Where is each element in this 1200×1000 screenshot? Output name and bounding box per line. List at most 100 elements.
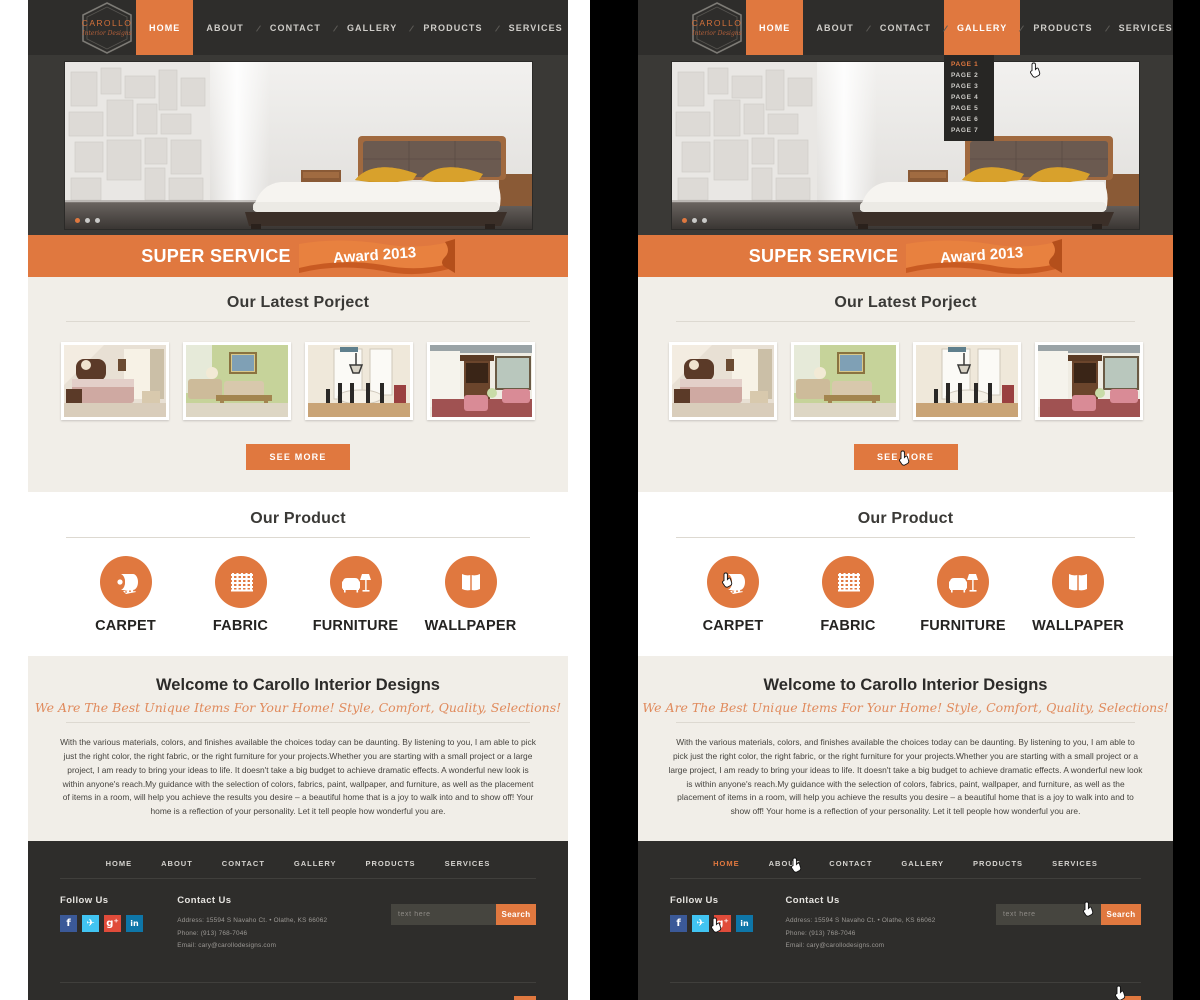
footer-nav-gallery[interactable]: GALLERY	[901, 859, 944, 868]
nav-item-products[interactable]: PRODUCTS	[410, 0, 495, 55]
nav-label: GALLERY	[956, 22, 1008, 33]
dropdown-item-page-1[interactable]: PAGE 1	[944, 59, 994, 70]
divider	[66, 722, 530, 723]
dropdown-item-page-6[interactable]: PAGE 6	[944, 114, 994, 125]
product-item-fabric[interactable]: FABRIC	[183, 556, 298, 634]
nav-label: CONTACT	[879, 22, 931, 33]
nav-item-gallery[interactable]: GALLERY PAGE 1 PAGE 2 PAGE 3 PAGE 4 PAGE…	[943, 0, 1021, 141]
dropdown-item-page-2[interactable]: PAGE 2	[944, 70, 994, 81]
project-thumb-3[interactable]	[912, 342, 1021, 420]
slider-dot-1[interactable]	[682, 218, 687, 223]
project-thumb-1[interactable]	[61, 342, 169, 420]
nav-item-home[interactable]: HOME	[746, 0, 804, 55]
facebook-icon[interactable]: f	[670, 915, 687, 933]
nav-item-services[interactable]: SERVICES	[1106, 0, 1173, 55]
contact-email[interactable]: Email: cary@carollodesigns.com	[786, 940, 996, 952]
logo[interactable]: CAROLLO Interior Designs	[638, 0, 746, 55]
search-input[interactable]	[996, 904, 1101, 926]
dropdown-item-page-4[interactable]: PAGE 4	[944, 92, 994, 103]
footer-nav-services[interactable]: SERVICES	[1052, 859, 1098, 868]
slider-dot-2[interactable]	[84, 218, 90, 223]
nav-item-contact[interactable]: CONTACT	[867, 0, 944, 55]
slider-dot-3[interactable]	[702, 218, 707, 223]
logo-tagline: Interior Designs	[82, 29, 132, 37]
search-input[interactable]	[391, 904, 496, 926]
project-thumb-3[interactable]	[305, 342, 413, 420]
twitter-icon[interactable]: ✈	[82, 915, 99, 933]
follow-us-heading: Follow Us	[670, 895, 719, 907]
project-thumb-4[interactable]	[1034, 342, 1143, 420]
welcome-title: Welcome to Carollo Interior Designs	[156, 676, 440, 694]
project-thumb-2[interactable]	[790, 342, 899, 420]
products-section: Our Product CARPET FABRIC FURNITURE WALL…	[28, 492, 568, 656]
nav-item-services[interactable]: SERVICES	[496, 0, 568, 55]
search-box: Search	[391, 904, 536, 926]
product-item-fabric[interactable]: FABRIC	[791, 556, 906, 634]
footer-nav-products[interactable]: PRODUCTS	[365, 859, 415, 868]
products-section: Our Product CARPET FABRIC FURNITURE WALL…	[638, 492, 1173, 656]
project-thumb-1[interactable]	[668, 342, 777, 420]
nav-label: PRODUCTS	[423, 22, 483, 33]
footer-search-column: Search	[996, 895, 1141, 952]
footer-nav: HOME ABOUT CONTACT GALLERY PRODUCTS SERV…	[638, 855, 1173, 878]
product-item-furniture[interactable]: FURNITURE	[906, 556, 1021, 634]
nav-item-gallery[interactable]: GALLERY PAGE 1 PAGE 2 PAGE 3 PAGE 4 PAGE…	[334, 0, 410, 55]
dropdown-item-page-5[interactable]: PAGE 5	[944, 103, 994, 114]
logo[interactable]: CAROLLO Interior Designs	[28, 0, 136, 55]
contact-email[interactable]: Email: cary@carollodesigns.com	[177, 940, 391, 952]
welcome-body: With the various materials, colors, and …	[668, 737, 1143, 817]
slider-dot-3[interactable]	[94, 218, 100, 223]
nav-label: PRODUCTS	[1033, 22, 1093, 33]
footer-nav-gallery[interactable]: GALLERY	[294, 859, 337, 868]
nav-label: SERVICES	[1118, 22, 1173, 33]
footer-nav-home[interactable]: HOME	[713, 859, 740, 868]
dropdown-item-page-7[interactable]: PAGE 7	[944, 125, 994, 136]
see-more-button[interactable]: SEE MORE	[853, 444, 958, 470]
latest-projects-section: Our Latest Porject SEE MORE	[638, 277, 1173, 492]
product-item-furniture[interactable]: FURNITURE	[298, 556, 413, 634]
hero-image	[64, 62, 532, 229]
thumb-image	[186, 345, 288, 417]
hero-slider[interactable]	[64, 62, 532, 229]
linkedin-icon[interactable]: in	[126, 915, 143, 933]
search-button[interactable]: Search	[1101, 904, 1141, 926]
product-label: FABRIC	[820, 618, 876, 634]
footer-nav-contact[interactable]: CONTACT	[222, 859, 265, 868]
footer-nav-services[interactable]: SERVICES	[445, 859, 491, 868]
scroll-to-top-button[interactable]	[1119, 995, 1141, 1000]
product-item-carpet[interactable]: CARPET	[68, 556, 183, 634]
slider-dot-2[interactable]	[692, 218, 697, 223]
google-plus-icon[interactable]: g⁺	[104, 915, 121, 933]
linkedin-icon[interactable]: in	[736, 915, 753, 933]
nav-item-about[interactable]: ABOUT	[193, 0, 257, 55]
welcome-tagline: We Are The Best Unique Items For Your Ho…	[34, 700, 562, 715]
product-item-wallpaper[interactable]: WALLPAPER	[1021, 556, 1136, 634]
products-title: Our Product	[857, 510, 954, 527]
project-thumb-2[interactable]	[183, 342, 291, 420]
see-more-button[interactable]: SEE MORE	[246, 444, 350, 470]
hero-section	[638, 55, 1173, 235]
slider-dot-1[interactable]	[74, 218, 80, 223]
footer-nav-about[interactable]: ABOUT	[769, 859, 801, 868]
product-item-carpet[interactable]: CARPET	[676, 556, 791, 634]
footer-nav-about[interactable]: ABOUT	[161, 859, 193, 868]
nav-item-home[interactable]: HOME	[136, 0, 194, 55]
hero-slider[interactable]	[672, 62, 1139, 229]
dropdown-item-page-3[interactable]: PAGE 3	[944, 81, 994, 92]
footer-nav-contact[interactable]: CONTACT	[829, 859, 872, 868]
nav-item-products[interactable]: PRODUCTS	[1020, 0, 1105, 55]
project-thumb-4[interactable]	[427, 342, 535, 420]
facebook-icon[interactable]: f	[60, 915, 77, 933]
twitter-icon[interactable]: ✈	[692, 915, 709, 933]
award-headline: SUPER SERVICE	[141, 245, 291, 266]
search-button[interactable]: Search	[496, 904, 536, 926]
footer-nav-home[interactable]: HOME	[106, 859, 133, 868]
nav-item-about[interactable]: ABOUT	[803, 0, 867, 55]
nav-item-contact[interactable]: CONTACT	[257, 0, 334, 55]
product-item-wallpaper[interactable]: WALLPAPER	[413, 556, 528, 634]
award-headline: SUPER SERVICE	[748, 245, 899, 266]
footer-nav-products[interactable]: PRODUCTS	[973, 859, 1023, 868]
google-plus-icon[interactable]: g⁺	[714, 915, 731, 933]
scroll-to-top-button[interactable]	[514, 995, 536, 1000]
project-thumbnails	[638, 322, 1173, 420]
